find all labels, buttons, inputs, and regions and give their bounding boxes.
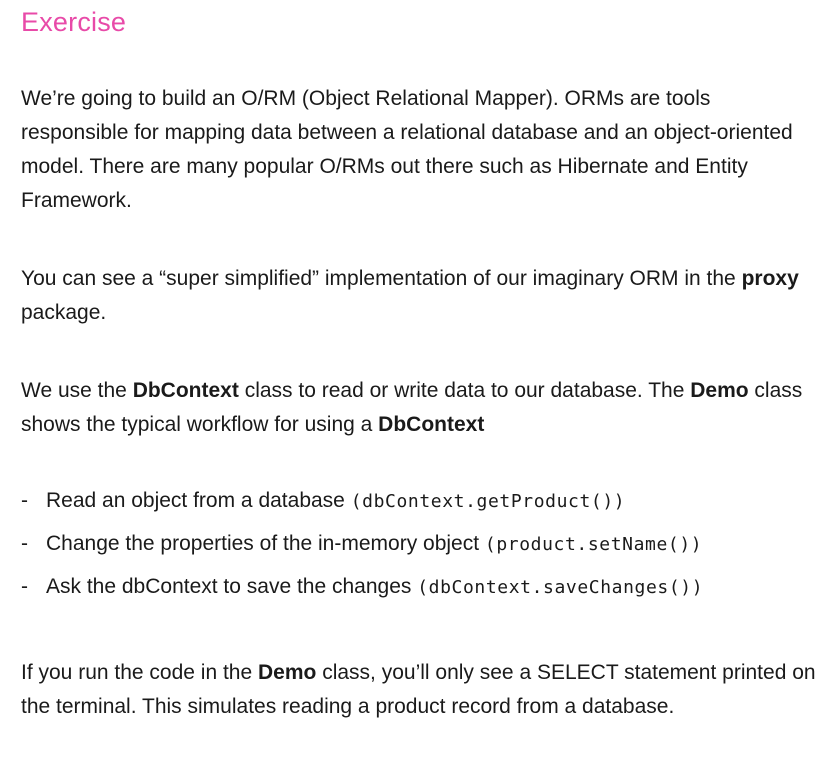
proxy-paragraph-end: package. [21, 301, 107, 324]
proxy-package-name: proxy [741, 267, 799, 290]
demo-class-name-2: Demo [258, 661, 317, 684]
workflow-list: - Read an object from a database (dbConte… [21, 484, 819, 613]
intro-paragraph: We’re going to build an O/RM (Object Rel… [21, 87, 793, 212]
dbcontext-class-name: DbContext [132, 379, 239, 402]
dbcontext-text-2: class to read or write data to our datab… [238, 379, 691, 402]
list-item-code: (product.setName()) [484, 534, 703, 555]
list-item: - Ask the dbContext to save the changes (… [21, 570, 819, 604]
list-item: - Read an object from a database (dbConte… [21, 484, 819, 518]
demo-class-name: Demo [690, 379, 749, 402]
proxy-paragraph-text: You can see a “super simplified” impleme… [21, 267, 742, 290]
dbcontext-paragraph: We use the DbContext class to read or wr… [21, 374, 819, 442]
list-item: - Change the properties of the in-memory … [21, 527, 819, 561]
list-item-text: Read an object from a database [46, 489, 351, 512]
dash-bullet: - [21, 489, 28, 512]
dash-bullet: - [21, 575, 28, 598]
dbcontext-text-1: We use the [21, 379, 133, 402]
page-title: Exercise [21, 7, 127, 37]
list-item-code: (dbContext.saveChanges()) [417, 577, 704, 598]
list-item-code: (dbContext.getProduct()) [350, 491, 626, 512]
dash-bullet: - [21, 532, 28, 555]
proxy-paragraph: You can see a “super simplified” impleme… [21, 262, 819, 330]
list-item-text: Change the properties of the in-memory o… [46, 532, 485, 555]
dbcontext-class-name-2: DbContext [378, 413, 485, 436]
list-item-text: Ask the dbContext to save the changes [46, 575, 418, 598]
run-demo-text-1: If you run the code in the [21, 661, 258, 684]
run-demo-paragraph: If you run the code in the Demo class, y… [21, 656, 819, 724]
